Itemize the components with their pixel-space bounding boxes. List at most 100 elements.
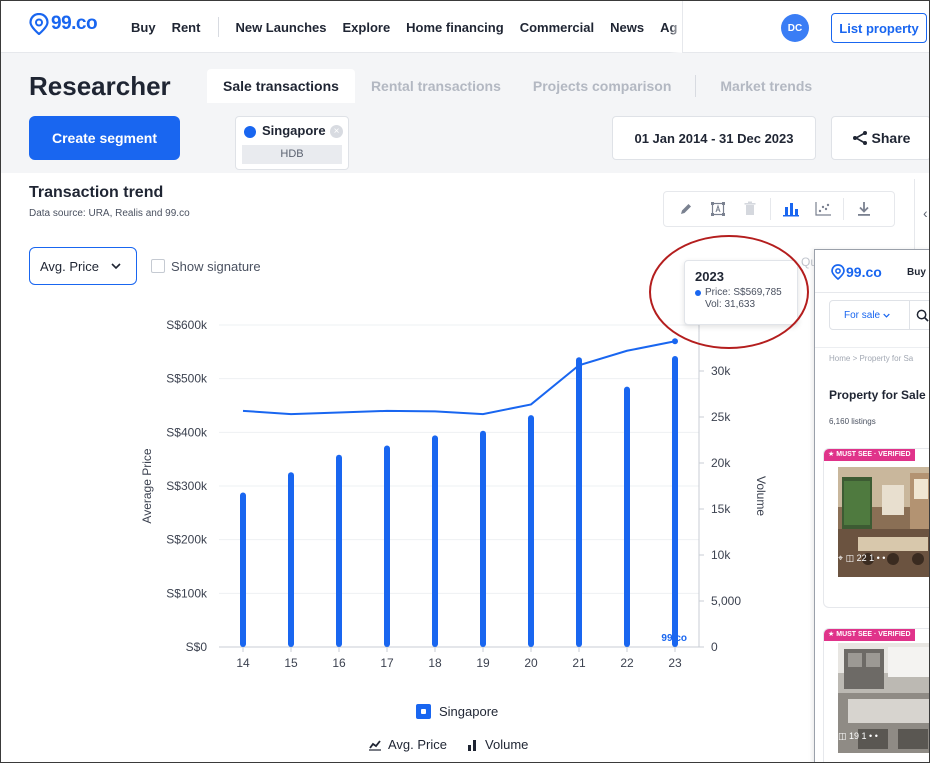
close-icon[interactable]: × bbox=[330, 125, 343, 138]
panel-for-sale-label: For sale bbox=[844, 309, 881, 321]
volume-bar[interactable] bbox=[576, 357, 582, 647]
edit-button[interactable] bbox=[670, 194, 702, 224]
panel-nav-buy[interactable]: Buy bbox=[907, 267, 926, 278]
pencil-icon bbox=[681, 204, 691, 214]
scatter-chart-button[interactable] bbox=[807, 194, 839, 224]
location-pin-icon bbox=[29, 13, 49, 35]
y2-tick-label: 25k bbox=[711, 410, 731, 424]
x-tick-label: 21 bbox=[572, 656, 586, 670]
y2-tick-label: 30k bbox=[711, 364, 731, 378]
nav-buy[interactable]: Buy bbox=[131, 20, 156, 35]
metric-select[interactable]: Avg. Price bbox=[29, 247, 137, 285]
segment-chip[interactable]: Singapore × HDB bbox=[235, 116, 349, 170]
transaction-trend-chart: S$0 S$100k S$200k S$300k S$400k S$500k S$600k 0… bbox=[140, 318, 768, 670]
listing-card[interactable]: ★ MUST SEE · VERIFIED ◫ 19 1 • • bbox=[823, 628, 929, 762]
x-tick-label: 22 bbox=[620, 656, 634, 670]
bar-chart-button[interactable] bbox=[775, 194, 807, 224]
logo[interactable]: 99.co bbox=[29, 13, 98, 35]
panel-logo[interactable]: 99.co bbox=[831, 264, 882, 280]
avg-price-point[interactable] bbox=[672, 338, 678, 345]
y-tick-label: S$100k bbox=[166, 586, 208, 600]
share-icon bbox=[852, 131, 867, 145]
nav-home-financing[interactable]: Home financing bbox=[406, 20, 504, 35]
volume-bar[interactable] bbox=[480, 430, 486, 647]
tab-market-trends[interactable]: Market trends bbox=[704, 69, 828, 103]
nav-divider bbox=[218, 17, 220, 37]
panel-for-sale-select[interactable]: For sale bbox=[830, 300, 910, 330]
share-button[interactable]: Share bbox=[831, 116, 929, 160]
volume-bar[interactable] bbox=[240, 492, 246, 647]
location-pin-icon bbox=[831, 264, 845, 280]
listing-card[interactable]: ★ MUST SEE · VERIFIED ⌖ ◫ 22 1 • • bbox=[823, 448, 929, 608]
chevron-down-icon bbox=[883, 313, 890, 318]
volume-bar[interactable] bbox=[528, 415, 534, 647]
tab-rental-transactions[interactable]: Rental transactions bbox=[355, 69, 517, 103]
legend-swatch bbox=[416, 704, 431, 719]
volume-bar[interactable] bbox=[288, 472, 294, 647]
logo-text: 99.co bbox=[51, 13, 98, 34]
show-signature-label: Show signature bbox=[171, 259, 261, 274]
panel-title: Property for Sale bbox=[829, 388, 926, 402]
avatar[interactable]: DC bbox=[781, 14, 809, 42]
legend-types: Avg. Price Volume bbox=[368, 737, 528, 752]
nav-commercial[interactable]: Commercial bbox=[520, 20, 594, 35]
listing-badge-label: MUST SEE · VERIFIED bbox=[836, 631, 911, 638]
listing-badge: ★ MUST SEE · VERIFIED bbox=[824, 629, 915, 641]
volume-bar[interactable] bbox=[384, 445, 390, 647]
show-signature-checkbox[interactable] bbox=[151, 259, 165, 273]
chevron-left-icon[interactable]: ‹ bbox=[923, 205, 928, 221]
y-axis-title: Average Price bbox=[140, 448, 154, 523]
legend-series-label: Singapore bbox=[439, 704, 499, 719]
annotate-button[interactable] bbox=[702, 194, 734, 224]
download-button[interactable] bbox=[848, 194, 880, 224]
panel-divider bbox=[914, 179, 915, 249]
volume-bar[interactable] bbox=[624, 386, 630, 647]
download-icon bbox=[858, 202, 870, 216]
chart-toolbar bbox=[663, 191, 895, 227]
volume-bar[interactable] bbox=[432, 435, 438, 647]
y2-tick-label: 15k bbox=[711, 502, 731, 516]
tab-projects-comparison[interactable]: Projects comparison bbox=[517, 69, 688, 103]
y2-axis-title: Volume bbox=[754, 476, 768, 516]
top-nav: 99.co Buy Rent New Launches Explore Home… bbox=[1, 1, 929, 53]
legend-series[interactable]: Singapore bbox=[416, 704, 498, 719]
search-icon[interactable] bbox=[916, 309, 929, 322]
panel-search-bar[interactable]: For sale bbox=[829, 300, 929, 330]
y-tick-label: S$300k bbox=[166, 479, 208, 493]
listing-badge: ★ MUST SEE · VERIFIED bbox=[824, 449, 915, 461]
metric-select-value: Avg. Price bbox=[40, 258, 100, 274]
tab-sale-transactions[interactable]: Sale transactions bbox=[207, 69, 355, 103]
x-tick-label: 19 bbox=[476, 656, 490, 670]
volume-bar[interactable] bbox=[336, 454, 342, 647]
nav-scroll-edge bbox=[682, 1, 683, 53]
text-frame-icon bbox=[711, 202, 725, 216]
volume-bar[interactable] bbox=[672, 355, 678, 647]
y2-tick-label: 0 bbox=[711, 640, 718, 654]
card-photo-count: 19 1 bbox=[849, 731, 867, 741]
x-tick-label: 16 bbox=[332, 656, 346, 670]
x-tick-label: 20 bbox=[524, 656, 538, 670]
create-segment-button[interactable]: Create segment bbox=[29, 116, 180, 160]
nav-news[interactable]: News bbox=[610, 20, 644, 35]
y2-tick-label: 20k bbox=[711, 456, 731, 470]
x-tick-label: 15 bbox=[284, 656, 298, 670]
y-tick-label: S$400k bbox=[166, 425, 208, 439]
photo-count-icons: ◫ 19 1 • • bbox=[838, 731, 878, 741]
scatter-chart-icon bbox=[815, 202, 831, 216]
list-property-button[interactable]: List property bbox=[831, 13, 927, 43]
nav-rent[interactable]: Rent bbox=[172, 20, 201, 35]
date-range-picker[interactable]: 01 Jan 2014 - 31 Dec 2023 bbox=[612, 116, 816, 160]
tab-bar: Sale transactions Rental transactions Pr… bbox=[207, 69, 828, 103]
avg-price-line[interactable] bbox=[242, 340, 676, 416]
panel-divider bbox=[815, 347, 929, 348]
legend-avg-price: Avg. Price bbox=[388, 737, 448, 752]
nav-explore[interactable]: Explore bbox=[342, 20, 390, 35]
delete-button[interactable] bbox=[734, 194, 766, 224]
nav-new-launches[interactable]: New Launches bbox=[235, 20, 326, 35]
legend-volume: Volume bbox=[485, 737, 529, 752]
x-tick-label: 18 bbox=[428, 656, 442, 670]
segment-name: Singapore bbox=[262, 123, 326, 138]
panel-logo-text: 99.co bbox=[846, 264, 882, 280]
y-tick-label: S$600k bbox=[166, 318, 208, 332]
section-title: Transaction trend bbox=[29, 184, 164, 201]
